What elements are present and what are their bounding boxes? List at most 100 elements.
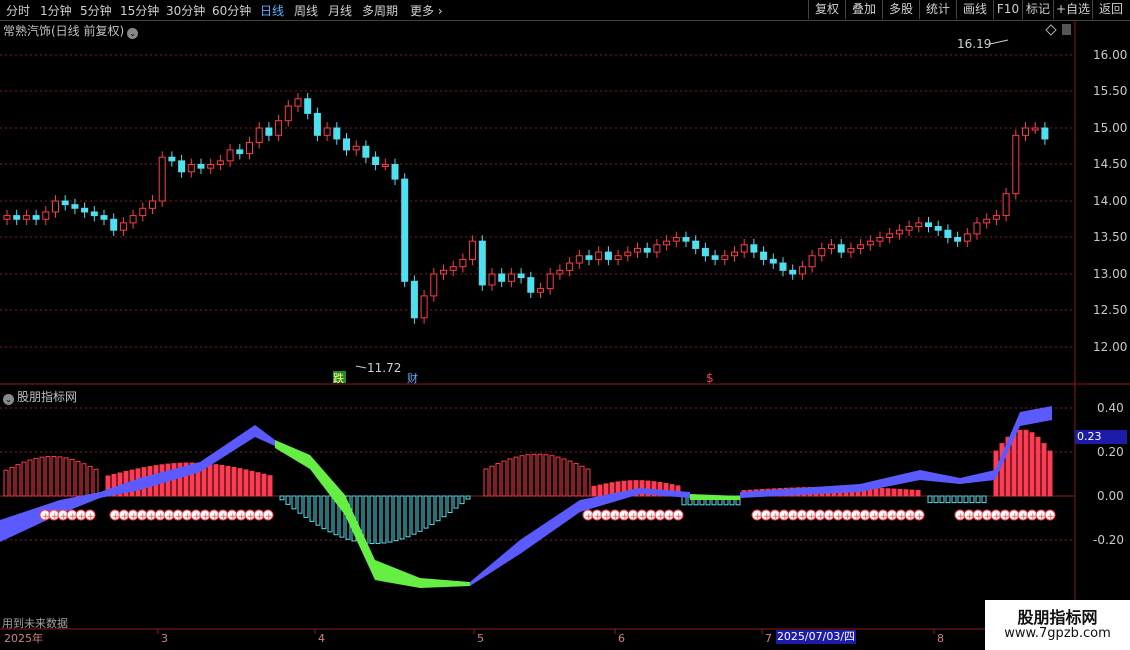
signal-dot-mark: + [1011,512,1019,522]
low-price-label: 11.72 [367,361,401,375]
scroll-icon[interactable] [1062,24,1071,35]
candle-body [915,222,923,228]
signal-dot-mark: + [211,512,219,522]
histogram-bar [243,469,249,497]
candle-body [284,105,292,122]
histogram-bar [891,488,897,497]
candle-body [701,247,709,257]
candle-body [459,258,467,268]
signal-dot-mark: + [630,512,638,522]
histogram-bar [399,495,405,540]
signal-dot-mark: + [826,512,834,522]
signal-dot-mark: + [835,512,843,522]
histogram-bar [957,495,963,504]
watermark-title: 股朋指标网 [1017,608,1098,627]
histogram-bar [3,469,9,497]
diamond-icon[interactable] [1045,24,1057,36]
histogram-bar [525,454,531,497]
candle-body [769,258,777,264]
candle-body [828,244,835,249]
histogram-bar [279,495,285,501]
candle-body [750,244,758,253]
histogram-bar [1041,443,1047,497]
signal-dot-mark: + [871,512,879,522]
histogram-bar [63,457,69,497]
candle-body [886,233,894,239]
candle-body [197,164,205,169]
histogram-bar [879,487,885,497]
histogram-bar [225,465,231,497]
signal-dot-mark: + [247,512,255,522]
candle-body [983,218,991,224]
date-tick: 6 [618,632,625,645]
candle-body [168,156,176,162]
stock-title: 常熟汽饰(日线 前复权) [3,24,125,38]
dollar-marker[interactable]: $ [706,371,714,385]
histogram-bar [207,463,213,497]
signal-dot-mark: + [594,512,602,522]
histogram-bar [501,460,507,497]
signal-dot-mark: + [60,512,68,522]
candle-body [430,273,438,297]
candle-body [352,145,360,151]
signal-dot-mark: + [69,512,77,522]
histogram-bar [495,463,501,497]
candle-body [653,244,661,253]
signal-dot-mark: + [817,512,825,522]
histogram-bar [33,457,39,497]
histogram-bar [435,495,441,522]
candle-body [216,160,224,166]
histogram-bar [939,495,945,504]
histogram-bar [945,495,951,504]
candle-body [178,160,186,173]
histogram-bar [963,495,969,504]
date-tick: 3 [161,632,168,645]
signal-dot-mark: + [1038,512,1046,522]
signal-dot-mark: + [78,512,86,522]
price-tick: 13.50 [1093,230,1127,244]
histogram-bar [411,495,417,535]
candle-body [265,127,273,136]
candle-body [469,240,477,260]
histogram-bar [555,456,561,497]
chevron-down-icon[interactable]: ⌄ [127,28,139,39]
price-tick: 14.00 [1093,194,1127,208]
signal-dot-mark: + [966,512,974,522]
candle-body [818,247,826,257]
candle-body [440,269,447,275]
candle-body [643,247,651,253]
candle-body [925,222,932,228]
histogram-bar [231,466,237,497]
candle-body [362,145,370,158]
candle-body [857,244,865,249]
cursor-date: 2025/07/03/四 [776,630,856,644]
histogram-bar [51,455,57,497]
histogram-bar [927,495,933,504]
histogram-bar [915,489,921,497]
candle-body [973,222,981,235]
chevron-down-icon[interactable]: ⌄ [3,394,14,405]
die-marker[interactable]: 跌 [333,371,344,385]
watermark-url: www.7gpzb.com [1004,626,1111,641]
histogram-bar [315,495,321,526]
histogram-bar [885,488,891,497]
histogram-bar [45,456,51,497]
histogram-bar [417,495,423,532]
histogram-bar [543,454,549,497]
candle-body [71,204,79,209]
histogram-bar [237,468,243,497]
candle-body [226,149,234,162]
signal-dot-mark: + [648,512,656,522]
cai-marker[interactable]: 财 [407,371,418,385]
candle-body [343,138,350,151]
candle-body [546,273,554,290]
candle-body [22,215,30,220]
signal-dot-mark: + [130,512,138,522]
candle-body [595,251,603,260]
candle-body [81,207,89,213]
histogram-bar [429,495,435,526]
candle-body [149,200,156,209]
histogram-bar [363,495,369,544]
signal-dot-mark: + [256,512,264,522]
histogram-bar [903,489,909,497]
